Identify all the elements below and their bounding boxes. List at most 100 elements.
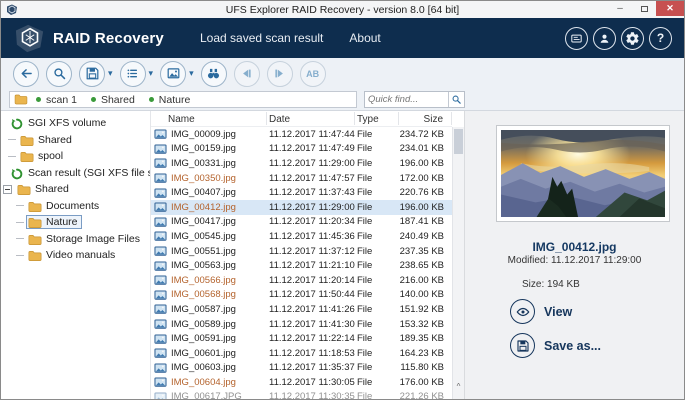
close-button[interactable]: ✕: [656, 1, 684, 16]
column-header-name[interactable]: Name: [151, 112, 267, 125]
table-row[interactable]: IMG_00551.jpg11.12.2017 11:37:12File237.…: [151, 244, 452, 259]
toolbar-find-button[interactable]: [201, 61, 227, 87]
help-button[interactable]: ?: [649, 27, 672, 50]
tree-item-storage-image-files[interactable]: Storage Image Files: [1, 231, 150, 248]
file-name: IMG_00591.jpg: [171, 333, 236, 344]
minimize-button[interactable]: –: [608, 1, 632, 16]
file-size-cell: 240.49 KB: [399, 231, 452, 242]
column-header-size[interactable]: Size: [399, 112, 452, 125]
toolbar-save-button[interactable]: ▾: [79, 61, 113, 87]
file-name-cell: IMG_00603.jpg: [151, 362, 267, 373]
tree-item-documents[interactable]: Documents: [1, 198, 150, 215]
sunset-landscape-image: [501, 130, 665, 217]
table-row[interactable]: IMG_00587.jpg11.12.2017 11:41:26File151.…: [151, 302, 452, 317]
account-button[interactable]: [593, 27, 616, 50]
quick-find-input[interactable]: [365, 92, 448, 107]
dropdown-arrow-icon[interactable]: ▾: [149, 68, 154, 79]
save-as-button[interactable]: Save as...: [510, 333, 601, 358]
table-row[interactable]: IMG_00417.jpg11.12.2017 11:20:34File187.…: [151, 215, 452, 230]
breadcrumb-item-scan-1[interactable]: scan 1: [36, 94, 77, 106]
breadcrumb-label: scan 1: [46, 94, 77, 106]
file-type-cell: File: [355, 275, 399, 286]
table-row[interactable]: IMG_00603.jpg11.12.2017 11:35:37File115.…: [151, 361, 452, 376]
column-header-date[interactable]: Date: [267, 112, 355, 125]
news-button[interactable]: [565, 27, 588, 50]
tree-item-shared[interactable]: Shared: [1, 132, 150, 149]
table-row[interactable]: IMG_00591.jpg11.12.2017 11:22:14File189.…: [151, 331, 452, 346]
file-date-cell: 11.12.2017 11:22:14: [267, 333, 355, 344]
file-name-cell: IMG_00566.jpg: [151, 275, 267, 286]
tree-item-label: Documents: [46, 200, 99, 212]
table-row[interactable]: IMG_00589.jpg11.12.2017 11:41:30File153.…: [151, 317, 452, 332]
menu-item-load-saved-scan-result[interactable]: Load saved scan result: [200, 31, 323, 45]
file-size-cell: 221.26 KB: [399, 391, 452, 400]
file-type-cell: File: [355, 362, 399, 373]
file-type-cell: File: [355, 187, 399, 198]
tree-item-video-manuals[interactable]: Video manuals: [1, 247, 150, 264]
image-file-icon: [154, 173, 167, 183]
file-name: IMG_00350.jpg: [171, 173, 236, 184]
vertical-scrollbar[interactable]: ^: [452, 127, 464, 400]
file-date-cell: 11.12.2017 11:35:37: [267, 362, 355, 373]
breadcrumb-label: Shared: [101, 94, 135, 106]
table-row[interactable]: IMG_00604.jpg11.12.2017 11:30:05File176.…: [151, 375, 452, 390]
table-row[interactable]: IMG_00601.jpg11.12.2017 11:18:53File164.…: [151, 346, 452, 361]
tree-item-sgi-xfs-volume[interactable]: SGI XFS volume: [1, 115, 150, 132]
maximize-button[interactable]: [632, 1, 656, 16]
table-row[interactable]: IMG_00563.jpg11.12.2017 11:21:10File238.…: [151, 258, 452, 273]
toolbar-scan-button[interactable]: [46, 61, 72, 87]
tree-item-shared[interactable]: Shared: [1, 181, 150, 198]
table-row[interactable]: IMG_00009.jpg11.12.2017 11:47:44File234.…: [151, 127, 452, 142]
breadcrumb-item-nature[interactable]: Nature: [149, 94, 191, 106]
file-size-cell: 153.32 KB: [399, 319, 452, 330]
header-icon-group: ?: [565, 27, 672, 50]
table-row[interactable]: IMG_00350.jpg11.12.2017 11:47:57File172.…: [151, 171, 452, 186]
file-date-cell: 11.12.2017 11:20:14: [267, 275, 355, 286]
tree-branch-line: [8, 139, 16, 140]
tree-item-wrap: Shared: [15, 182, 73, 196]
folder-icon: [20, 150, 34, 162]
toolbar-image-tools-button[interactable]: ▾: [160, 61, 194, 87]
scrollbar-thumb[interactable]: [454, 129, 463, 154]
collapse-expander-icon[interactable]: [3, 185, 12, 194]
settings-button[interactable]: [621, 27, 644, 50]
tree-item-scan-result-sgi-xfs-file-syste[interactable]: Scan result (SGI XFS file system; 3.72 G…: [1, 165, 150, 182]
tree-item-wrap: Storage Image Files: [26, 232, 144, 246]
tree-item-label: Scan result (SGI XFS file system; 3.72 G…: [28, 167, 151, 179]
table-row[interactable]: IMG_00545.jpg11.12.2017 11:45:36File240.…: [151, 229, 452, 244]
file-name-cell: IMG_00568.jpg: [151, 289, 267, 300]
file-date-cell: 11.12.2017 11:21:10: [267, 260, 355, 271]
view-button[interactable]: View: [510, 299, 601, 324]
preview-size: Size: 194 KB: [522, 279, 580, 290]
binoculars-icon: [201, 61, 227, 87]
toolbar-back-button[interactable]: [13, 61, 39, 87]
toolbar-next-button[interactable]: [267, 61, 293, 87]
toolbar-view-options-button[interactable]: ▾: [120, 61, 154, 87]
green-dot-icon: [149, 97, 154, 102]
table-row[interactable]: IMG_00566.jpg11.12.2017 11:20:14File216.…: [151, 273, 452, 288]
table-row[interactable]: IMG_00617.JPG11.12.2017 11:30:35File221.…: [151, 390, 452, 400]
table-row[interactable]: IMG_00407.jpg11.12.2017 11:37:43File220.…: [151, 185, 452, 200]
tree-branch-line: [16, 238, 24, 239]
dropdown-arrow-icon[interactable]: ▾: [108, 68, 113, 79]
tree-item-wrap: Documents: [26, 199, 103, 213]
toolbar-previous-button[interactable]: [234, 61, 260, 87]
file-name: IMG_00587.jpg: [171, 304, 236, 315]
table-row[interactable]: IMG_00412.jpg11.12.2017 11:29:00File196.…: [151, 200, 452, 215]
tree-item-nature[interactable]: Nature: [1, 214, 150, 231]
table-row[interactable]: IMG_00159.jpg11.12.2017 11:47:49File234.…: [151, 142, 452, 157]
table-row[interactable]: IMG_00331.jpg11.12.2017 11:29:00File196.…: [151, 156, 452, 171]
menu-item-about[interactable]: About: [349, 31, 380, 45]
file-name: IMG_00604.jpg: [171, 377, 236, 388]
file-name-cell: IMG_00563.jpg: [151, 260, 267, 271]
toolbar-encoding-button[interactable]: AB: [300, 61, 326, 87]
column-header-type[interactable]: Type: [355, 112, 399, 125]
dropdown-arrow-icon[interactable]: ▾: [189, 68, 194, 79]
quick-find-search-button[interactable]: [448, 92, 464, 107]
scroll-up-icon[interactable]: ^: [453, 383, 464, 391]
table-row[interactable]: IMG_00568.jpg11.12.2017 11:50:44File140.…: [151, 288, 452, 303]
breadcrumb-item-shared[interactable]: Shared: [91, 94, 135, 106]
app-header: RAID Recovery Load saved scan resultAbou…: [1, 18, 684, 58]
image-file-icon: [154, 275, 167, 285]
tree-item-spool[interactable]: spool: [1, 148, 150, 165]
